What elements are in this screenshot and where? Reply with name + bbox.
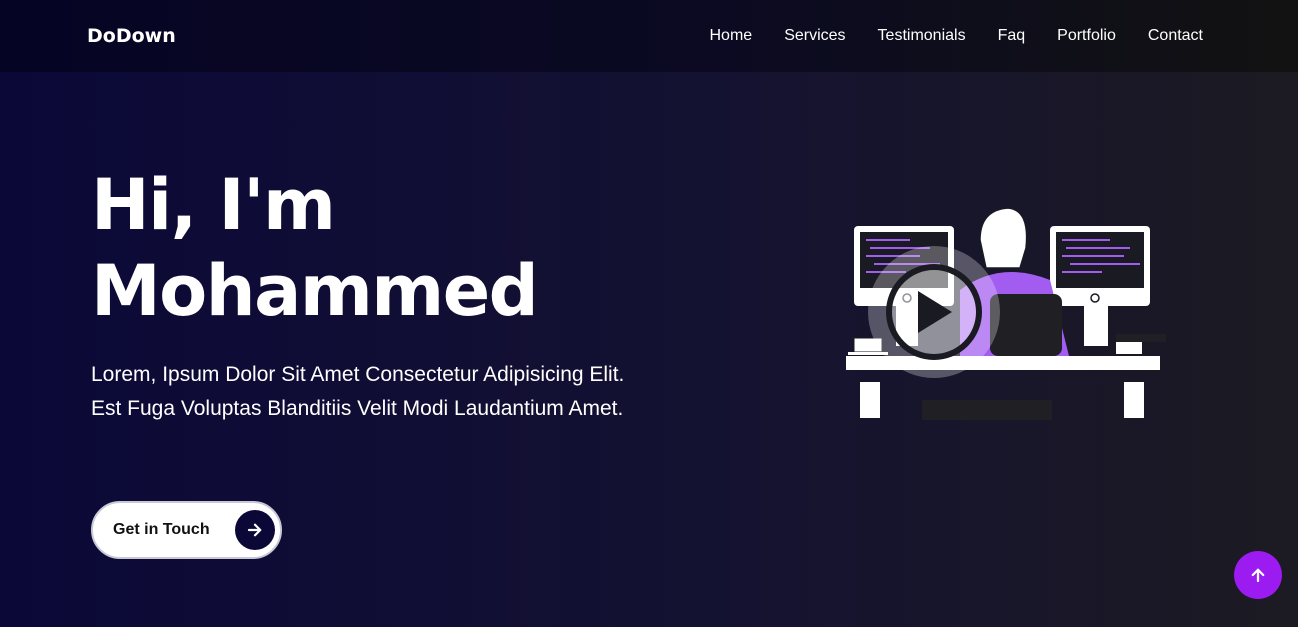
hero-description: Lorem, Ipsum Dolor Sit Amet Consectetur … <box>91 363 625 420</box>
nav-link-portfolio[interactable]: Portfolio <box>1057 27 1116 45</box>
arrow-up-icon <box>1251 568 1265 583</box>
hero-title-line1: Hi, I'm <box>91 164 336 246</box>
hero-title-line2: Mohammed <box>91 250 539 332</box>
nav-link-faq[interactable]: Faq <box>998 27 1026 45</box>
developer-illustration <box>840 200 1180 430</box>
navbar: DoDown Home Services Testimonials Faq Po… <box>0 0 1298 72</box>
nav-link-testimonials[interactable]: Testimonials <box>878 27 966 45</box>
brand-logo[interactable]: DoDown <box>87 25 176 47</box>
hero-section: Hi, I'm Mohammed Lorem, Ipsum Dolor Sit … <box>91 162 651 426</box>
nav-link-services[interactable]: Services <box>784 27 845 45</box>
play-icon <box>918 291 952 333</box>
get-in-touch-label: Get in Touch <box>113 521 210 538</box>
nav-link-contact[interactable]: Contact <box>1148 27 1203 45</box>
hero-title: Hi, I'm Mohammed <box>91 162 651 334</box>
get-in-touch-button[interactable]: Get in Touch <box>91 501 282 559</box>
scroll-to-top-button[interactable] <box>1234 551 1282 599</box>
play-video-button[interactable] <box>868 246 1000 378</box>
nav-menu: Home Services Testimonials Faq Portfolio… <box>710 27 1204 45</box>
arrow-right-icon <box>235 510 275 550</box>
nav-link-home[interactable]: Home <box>710 27 753 45</box>
